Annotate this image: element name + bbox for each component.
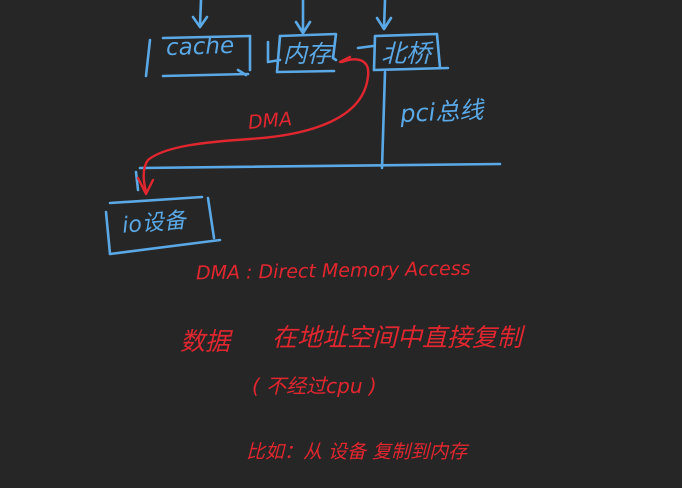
diagram-drawing (104, 0, 502, 256)
pci-bus-lines (134, 70, 502, 192)
data-description-note: 在地址空间中直接复制 (272, 323, 523, 352)
down-arrow-northbridge (375, 0, 393, 31)
dma-arrow-label: DMA (247, 108, 293, 134)
down-arrow-cache (191, 0, 209, 29)
cache-box-label: cache (165, 32, 235, 62)
pci-bus-label: pci总线 (399, 95, 484, 129)
io-device-box-label: io设备 (121, 208, 187, 239)
memory-box-label: 内存 (283, 40, 331, 68)
data-label-note: 数据 (180, 327, 231, 356)
northbridge-box-label: 北桥 (381, 39, 432, 68)
down-arrow-memory (294, 0, 312, 35)
example-note: 比如：从 设备 复制到内存 (246, 441, 468, 463)
whiteboard-canvas: cache 内存 北桥 pci总线 io设备 DMA DMA : Direct … (0, 0, 682, 488)
cpu-note: ( 不经过cpu ) (252, 374, 377, 398)
